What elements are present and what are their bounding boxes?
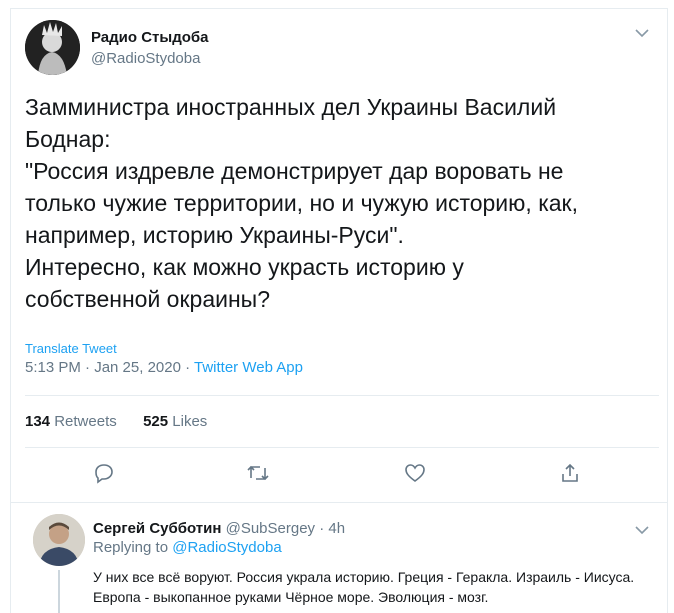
chevron-down-icon[interactable] — [635, 522, 649, 540]
tweet-actions — [11, 458, 667, 488]
replying-to-handle[interactable]: @RadioStydoba — [172, 539, 281, 556]
tweet-text: Замминистра иностранных дел Украины Васи… — [25, 94, 578, 312]
reply-author-handle[interactable]: @SubSergey · 4h — [226, 520, 345, 537]
reply-author-name[interactable]: Сергей Субботин — [93, 520, 221, 537]
author-name[interactable]: Радио Стыдоба — [91, 29, 209, 46]
replying-prefix: Replying to — [93, 539, 173, 556]
divider — [11, 502, 667, 503]
reply-author[interactable]: Сергей Субботин @SubSergey · 4h — [93, 520, 345, 537]
translate-tweet-link[interactable]: Translate Tweet — [25, 341, 117, 356]
like-icon[interactable] — [400, 458, 430, 488]
divider — [25, 395, 659, 396]
author-avatar[interactable] — [25, 20, 80, 75]
thread-line — [58, 570, 60, 613]
divider — [25, 447, 659, 448]
tweet-meta: 5:13 PM · Jan 25, 2020 · Twitter Web App — [25, 359, 303, 376]
likes-count: 525 — [143, 413, 169, 430]
retweet-icon[interactable] — [243, 458, 273, 488]
reply-avatar[interactable] — [33, 514, 85, 566]
author-handle[interactable]: @RadioStydoba — [91, 50, 200, 67]
chevron-down-icon[interactable] — [635, 25, 649, 43]
tweet-time[interactable]: 5:13 PM · Jan 25, 2020 · — [25, 359, 194, 376]
tweet-card: Радио Стыдоба @RadioStydoba Замминистра … — [10, 8, 668, 613]
likes-label: Likes — [172, 413, 208, 430]
retweets-label: Retweets — [54, 413, 117, 430]
reply-icon[interactable] — [89, 458, 119, 488]
replying-to: Replying to @RadioStydoba — [93, 539, 282, 556]
reply-text: У них все всё воруют. Россия украла исто… — [93, 569, 635, 605]
share-icon[interactable] — [555, 458, 585, 488]
likes-stat[interactable]: 525 Likes — [143, 413, 207, 430]
tweet-source[interactable]: Twitter Web App — [194, 359, 303, 376]
tweet-stats: 134 Retweets 525 Likes — [25, 413, 207, 430]
retweets-stat[interactable]: 134 Retweets — [25, 413, 117, 430]
retweets-count: 134 — [25, 413, 51, 430]
